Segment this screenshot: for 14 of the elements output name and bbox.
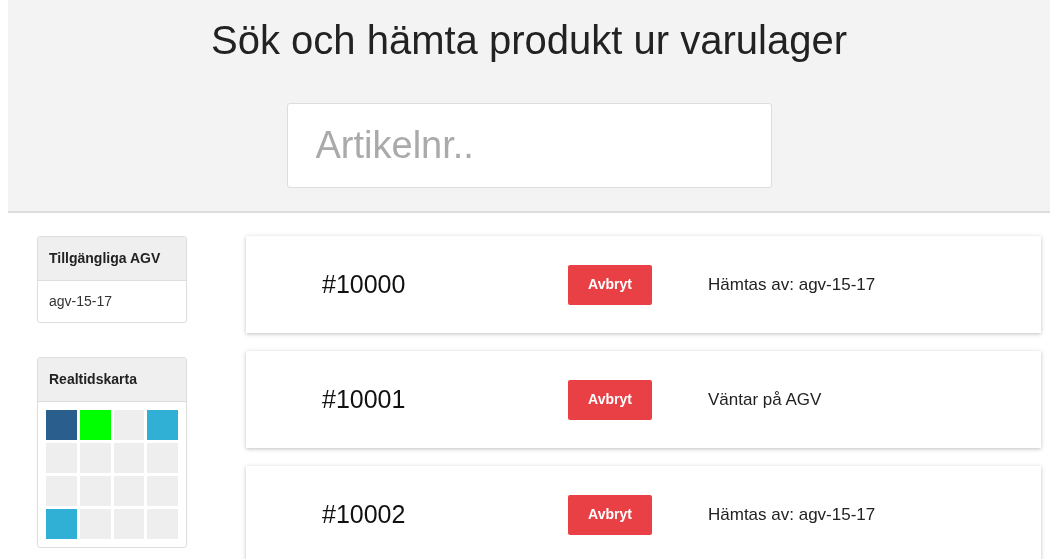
order-status: Väntar på AGV	[708, 388, 822, 411]
page-title: Sök och hämta produkt ur varulager	[211, 17, 847, 64]
panel-heading: Realtidskarta	[38, 358, 186, 402]
cancel-button[interactable]: Avbryt	[568, 264, 652, 305]
order-number: #10000	[322, 268, 407, 300]
order-status: Hämtas av: agv-15-17	[708, 503, 876, 526]
cancel-button[interactable]: Avbryt	[568, 379, 652, 420]
order-number: #10002	[322, 498, 407, 530]
search-field[interactable]: Artikelnr..	[286, 103, 772, 188]
order-number: #10001	[322, 383, 407, 415]
cancel-button[interactable]: Avbryt	[568, 494, 652, 535]
agv-item: agv-15-17	[48, 292, 114, 311]
order-status: Hämtas av: agv-15-17	[708, 273, 876, 296]
panel-heading: Tillgängliga AGV	[38, 237, 186, 281]
